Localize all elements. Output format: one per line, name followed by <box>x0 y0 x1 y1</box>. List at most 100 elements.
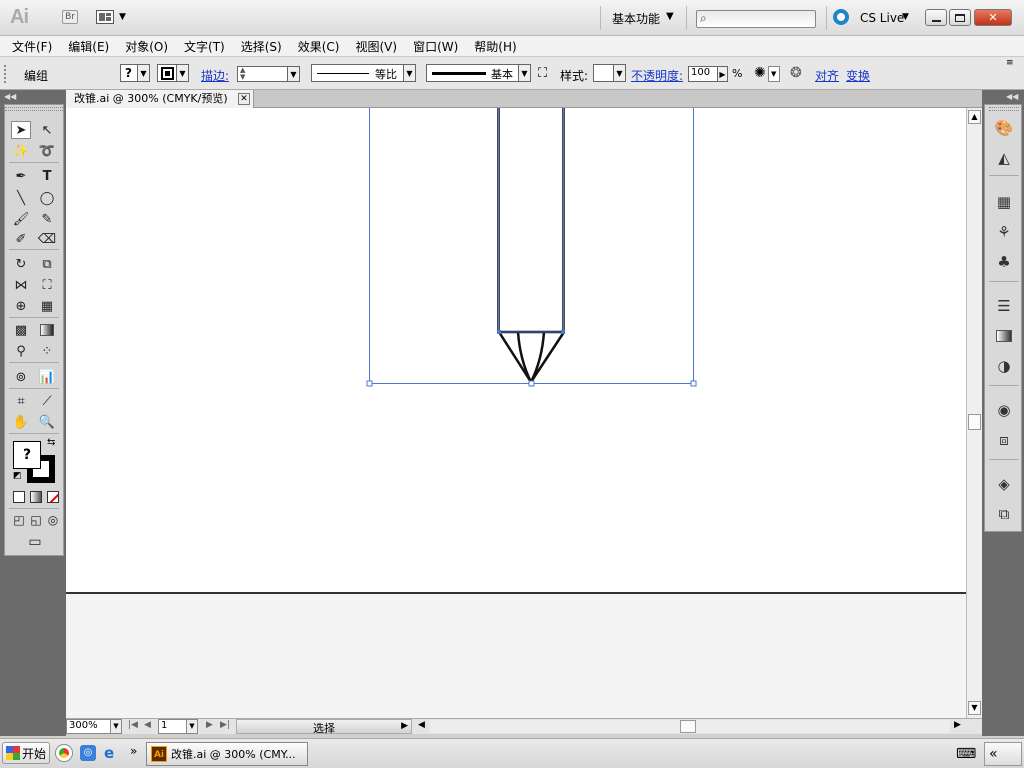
workspace-switcher[interactable]: 基本功能 <box>612 10 660 27</box>
scroll-right-icon[interactable]: ▶ <box>954 720 961 730</box>
chevron-down-icon[interactable]: ▼ <box>666 11 674 22</box>
artboards-panel-icon[interactable]: ⧉ <box>993 503 1015 525</box>
eraser-tool-icon[interactable]: ⌫ <box>37 230 57 248</box>
close-tab-icon[interactable]: ✕ <box>238 93 250 105</box>
first-artboard-icon[interactable]: |◀ <box>128 720 138 730</box>
quick-launch-overflow[interactable]: » <box>130 744 137 758</box>
artboard-number-field[interactable]: 1 ▼ <box>158 719 198 734</box>
color-panel-icon[interactable]: 🎨 <box>993 117 1015 139</box>
cs-live-button[interactable]: CS Live <box>860 11 904 25</box>
mesh-tool-icon[interactable]: ▩ <box>11 321 31 339</box>
chevron-down-icon[interactable]: ▼ <box>902 12 909 22</box>
recolor-artwork-icon[interactable]: ✺ <box>754 65 766 81</box>
stroke-weight-field[interactable]: ▲ ▼ ▼ <box>237 66 300 82</box>
hand-tool-icon[interactable]: ✋ <box>11 413 31 431</box>
expand-panels-icon[interactable]: ◀◀ <box>1006 92 1018 101</box>
arrange-documents-icon[interactable] <box>96 10 114 24</box>
start-button[interactable]: 开始 <box>2 742 50 764</box>
perspective-grid-tool-icon[interactable]: ▦ <box>37 297 57 315</box>
draw-inside-icon[interactable]: ◎ <box>43 511 63 529</box>
isolate-group-icon[interactable]: ❂ <box>790 65 802 81</box>
chrome-icon[interactable] <box>56 745 72 761</box>
none-mode-icon[interactable] <box>47 491 59 503</box>
layers-panel-icon[interactable]: ◈ <box>993 473 1015 495</box>
scroll-thumb[interactable] <box>968 414 981 430</box>
brush-definition-dropdown[interactable]: 基本 ▼ <box>426 64 531 82</box>
variable-width-profile-dropdown[interactable]: 等比 ▼ <box>311 64 416 82</box>
panel-grip[interactable] <box>4 65 8 83</box>
eyedropper-tool-icon[interactable]: ⚲ <box>11 342 31 360</box>
panel-grip[interactable] <box>989 107 1019 111</box>
quick-launch-icon[interactable]: ◎ <box>80 745 96 761</box>
vertical-scrollbar[interactable]: ▲ ▼ <box>966 108 982 718</box>
gradient-tool-icon[interactable] <box>37 321 57 339</box>
selection-tool-icon[interactable]: ➤ <box>11 121 31 139</box>
swatches-panel-icon[interactable]: ▦ <box>993 191 1015 213</box>
gradient-panel-icon[interactable] <box>993 325 1015 347</box>
ellipse-tool-icon[interactable]: ◯ <box>37 189 57 207</box>
pen-tool-icon[interactable]: ✒ <box>11 167 31 185</box>
recolor-dropdown[interactable]: ▼ <box>768 66 780 82</box>
horizontal-scroll-thumb[interactable] <box>680 720 696 733</box>
screwdriver-tip[interactable] <box>497 331 566 385</box>
opacity-link[interactable]: 不透明度: <box>631 67 683 84</box>
menu-object[interactable]: 对象(O) <box>125 38 168 55</box>
menu-view[interactable]: 视图(V) <box>355 38 397 55</box>
symbols-panel-icon[interactable]: ♣ <box>993 251 1015 273</box>
fill-dropdown[interactable]: ? ▼ <box>120 64 150 82</box>
opacity-field[interactable]: 100 ▶ <box>688 66 728 82</box>
brushes-panel-icon[interactable]: ⚘ <box>993 221 1015 243</box>
transform-link[interactable]: 变换 <box>846 67 870 84</box>
stroke-panel-icon[interactable]: ☰ <box>993 295 1015 317</box>
color-guide-icon[interactable]: ◭ <box>993 147 1015 169</box>
screwdriver-shaft[interactable] <box>497 108 565 334</box>
gradient-mode-icon[interactable] <box>30 491 42 503</box>
type-tool-icon[interactable]: T <box>37 167 57 185</box>
screwdriver-artwork[interactable] <box>66 108 966 594</box>
appearance-panel-icon[interactable]: ◉ <box>993 399 1015 421</box>
magic-wand-tool-icon[interactable]: ✨ <box>11 142 31 160</box>
menu-effect[interactable]: 效果(C) <box>298 38 340 55</box>
cs-live-icon[interactable] <box>833 9 849 25</box>
menu-file[interactable]: 文件(F) <box>12 38 52 55</box>
minimize-button[interactable] <box>925 9 947 26</box>
blend-tool-icon[interactable]: ⁘ <box>37 342 57 360</box>
bbox-handle[interactable] <box>366 380 373 387</box>
align-link[interactable]: 对齐 <box>815 67 839 84</box>
pencil-tool-icon[interactable]: ✎ <box>37 210 57 228</box>
line-segment-tool-icon[interactable]: ╲ <box>11 189 31 207</box>
menu-window[interactable]: 窗口(W) <box>413 38 458 55</box>
shape-builder-tool-icon[interactable]: ⊕ <box>11 297 31 315</box>
restore-button[interactable] <box>949 9 971 26</box>
close-button[interactable]: ✕ <box>974 9 1012 26</box>
internet-explorer-icon[interactable]: e <box>104 745 120 761</box>
bbox-handle[interactable] <box>690 380 697 387</box>
tray-expand-button[interactable]: « <box>984 742 1022 766</box>
status-menu[interactable]: 选择 ▶ <box>236 719 412 735</box>
rotate-tool-icon[interactable]: ↻ <box>11 255 31 273</box>
anchor-point[interactable] <box>561 330 565 334</box>
menu-edit[interactable]: 编辑(E) <box>68 38 109 55</box>
last-artboard-icon[interactable]: ▶| <box>220 720 230 730</box>
color-mode-icon[interactable] <box>13 491 25 503</box>
toolbox-grip[interactable] <box>5 107 63 111</box>
horizontal-scroll-track[interactable] <box>430 720 950 733</box>
free-transform-tool-icon[interactable]: ⛶ <box>37 276 57 294</box>
previous-artboard-icon[interactable]: ◀ <box>144 720 151 730</box>
scroll-up-icon[interactable]: ▲ <box>968 110 981 124</box>
artboard-tool-icon[interactable]: ⌗ <box>11 392 31 410</box>
next-artboard-icon[interactable]: ▶ <box>206 720 213 730</box>
lasso-tool-icon[interactable]: ➰ <box>37 142 57 160</box>
scroll-down-icon[interactable]: ▼ <box>968 701 981 715</box>
screen-mode-icon[interactable]: ▭ <box>23 533 47 551</box>
stroke-link[interactable]: 描边: <box>201 67 229 84</box>
canvas[interactable] <box>66 108 966 718</box>
menu-help[interactable]: 帮助(H) <box>474 38 516 55</box>
default-fill-stroke-icon[interactable]: ◩ <box>13 471 22 481</box>
zoom-dropdown[interactable]: 300% ▼ <box>66 719 122 734</box>
search-input[interactable] <box>696 10 816 28</box>
stroke-color-dropdown[interactable]: ▼ <box>157 64 189 82</box>
swap-fill-stroke-icon[interactable]: ⇆ <box>47 437 55 448</box>
panel-menu-icon[interactable]: ≡ <box>1006 58 1014 68</box>
fill-swatch[interactable]: ? <box>13 441 41 469</box>
